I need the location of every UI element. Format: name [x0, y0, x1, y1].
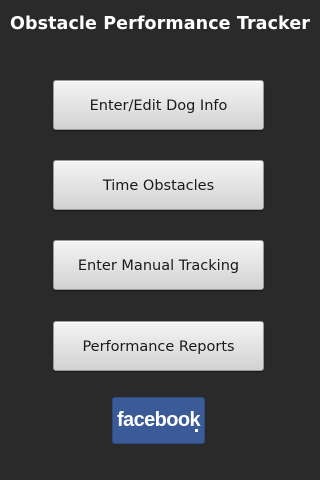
facebook-button[interactable]: facebook [113, 398, 204, 443]
facebook-icon: facebook [116, 409, 201, 431]
enter-edit-dog-info-button[interactable]: Enter/Edit Dog Info [53, 80, 264, 130]
enter-manual-tracking-button[interactable]: Enter Manual Tracking [53, 240, 264, 290]
time-obstacles-button[interactable]: Time Obstacles [53, 160, 264, 210]
app-title: Obstacle Performance Tracker [9, 14, 311, 34]
app-screen: Obstacle Performance Tracker Enter/Edit … [0, 0, 320, 480]
performance-reports-button[interactable]: Performance Reports [53, 321, 264, 371]
facebook-logo-dot [195, 429, 198, 432]
